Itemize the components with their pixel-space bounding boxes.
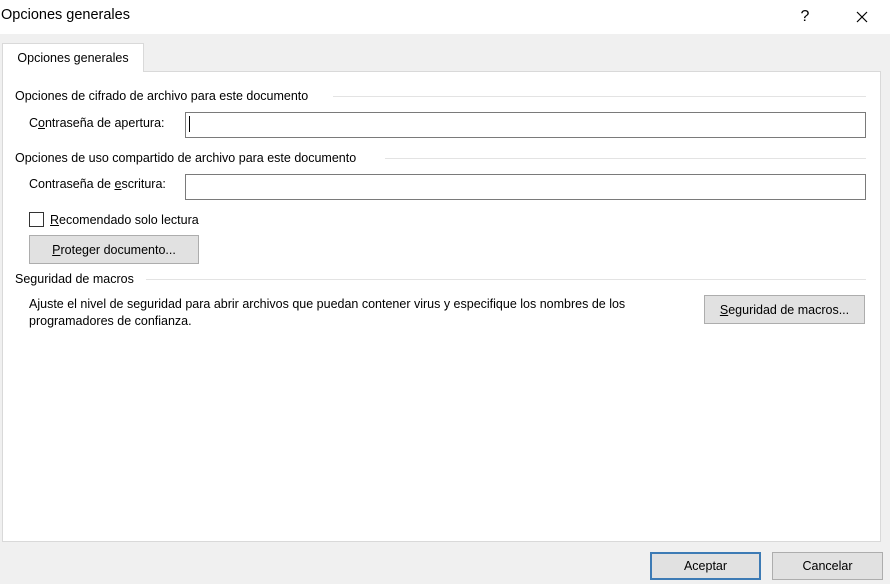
accept-button[interactable]: Aceptar [650, 552, 761, 580]
close-icon [856, 11, 868, 23]
help-button[interactable]: ? [790, 0, 820, 34]
macro-security-button[interactable]: Seguridad de macros... [704, 295, 865, 324]
dialog-title: Opciones generales [1, 7, 130, 23]
open-password-label: Contraseña de apertura: [29, 116, 165, 130]
open-password-input[interactable] [185, 112, 866, 138]
section-divider [146, 279, 866, 280]
macro-security-description: Ajuste el nivel de seguridad para abrir … [29, 297, 626, 328]
encryption-section-header: Opciones de cifrado de archivo para este… [15, 89, 309, 103]
sharing-section-header: Opciones de uso compartido de archivo pa… [15, 151, 357, 165]
readonly-recommended-label[interactable]: Recomendado solo lectura [50, 213, 199, 227]
protect-document-button[interactable]: Proteger documento... [29, 235, 199, 264]
section-divider [385, 158, 866, 159]
readonly-recommended-checkbox[interactable] [29, 212, 44, 227]
text-caret [189, 116, 190, 132]
write-password-label: Contraseña de escritura: [29, 177, 166, 191]
tab-opciones-generales[interactable]: Opciones generales [2, 43, 144, 72]
close-button[interactable] [846, 0, 878, 34]
cancel-button[interactable]: Cancelar [772, 552, 883, 580]
title-bar: Opciones generales ? [0, 0, 890, 34]
section-divider [333, 96, 866, 97]
macro-security-section-header: Seguridad de macros [15, 272, 134, 286]
write-password-input[interactable] [185, 174, 866, 200]
